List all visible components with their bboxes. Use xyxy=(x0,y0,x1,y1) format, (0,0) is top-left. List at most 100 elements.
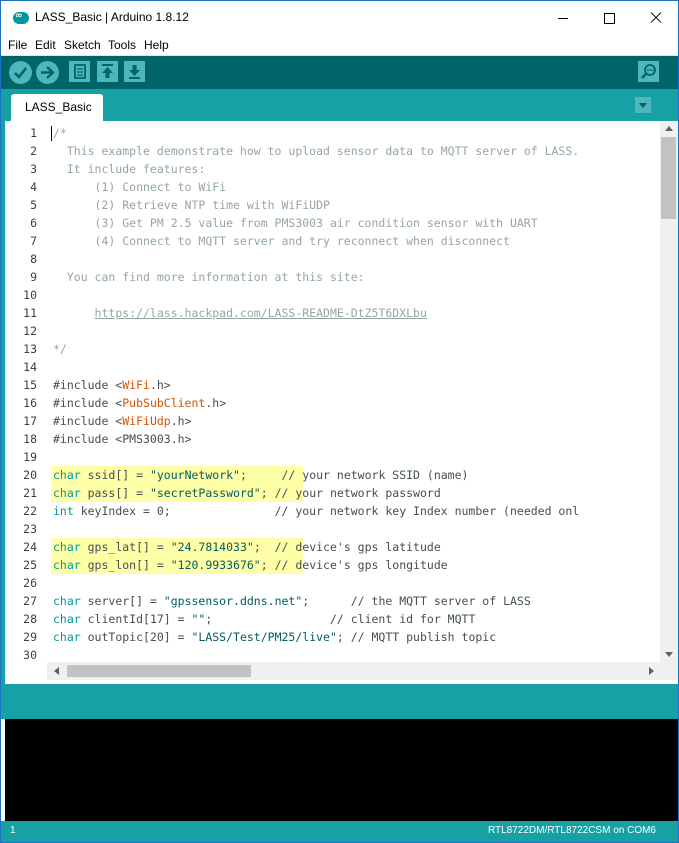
line-number: 23 xyxy=(23,522,37,536)
line-number: 3 xyxy=(30,162,37,176)
line-number: 18 xyxy=(23,432,37,446)
code-line: char gps_lon[] = "120.9933676"; // devic… xyxy=(53,556,448,574)
line-number: 13 xyxy=(23,342,37,356)
code-token: char xyxy=(53,594,81,608)
line-number: 30 xyxy=(23,648,37,662)
title-bar[interactable]: ∞ LASS_Basic | Arduino 1.8.12 xyxy=(1,1,678,35)
code-token: "24.7814033" xyxy=(170,540,254,554)
line-number: 16 xyxy=(23,396,37,410)
code-token: keyIndex = 0; // your network key Index … xyxy=(73,504,580,518)
tab-lass-basic[interactable]: LASS_Basic xyxy=(11,94,103,121)
line-number: 17 xyxy=(23,414,37,428)
code-token: char xyxy=(53,612,81,626)
code-token: "yourNetwork" xyxy=(149,468,240,482)
code-token[interactable]: https://lass.hackpad.com/LASS-README-DtZ… xyxy=(95,306,427,320)
code-line: char server[] = "gpssensor.ddns.net"; //… xyxy=(53,592,531,610)
code-line: (4) Connect to MQTT server and try recon… xyxy=(53,232,510,250)
code-line: #include <PMS3003.h> xyxy=(53,430,191,448)
code-token: You can find more information at this si… xyxy=(53,270,365,284)
code-token: */ xyxy=(53,342,67,356)
code-token: #include < xyxy=(53,378,123,392)
code-line: */ xyxy=(53,340,67,358)
new-sketch-button[interactable] xyxy=(69,61,90,82)
scroll-down-arrow-icon[interactable] xyxy=(665,652,673,657)
code-token: .h> xyxy=(205,396,227,410)
line-number: 6 xyxy=(30,216,37,230)
code-token: char xyxy=(53,486,81,500)
code-token: WiFi xyxy=(122,378,150,392)
serial-monitor-button[interactable] xyxy=(638,61,659,82)
code-line: #include <PubSubClient.h> xyxy=(53,394,226,412)
toolbar xyxy=(1,56,678,89)
code-token: ; // client id for MQTT xyxy=(205,612,476,626)
code-token: "LASS/Test/PM25/live" xyxy=(191,630,337,644)
line-number: 24 xyxy=(23,540,37,554)
code-token: ; // MQTT publish topic xyxy=(336,630,497,644)
horizontal-scroll-thumb[interactable] xyxy=(67,665,251,677)
menu-edit[interactable]: Edit xyxy=(35,38,56,52)
open-button[interactable] xyxy=(97,61,118,82)
code-editor[interactable]: 1 2 3 4 5 6 7 8 9 10 11 12 13 14 15 16 17 18 19 20 21 22 23 24 2… xyxy=(5,121,660,662)
code-line: https://lass.hackpad.com/LASS-README-DtZ… xyxy=(53,304,427,322)
arrow-down-icon xyxy=(129,65,140,79)
line-number: 10 xyxy=(23,288,37,302)
line-number: 21 xyxy=(23,486,37,500)
code-token: char xyxy=(53,558,81,572)
line-number: 8 xyxy=(30,252,37,266)
tab-menu-dropdown-icon[interactable] xyxy=(635,97,651,113)
code-token: char xyxy=(53,630,81,644)
scroll-right-arrow-icon[interactable] xyxy=(649,667,654,675)
code-line: #include <WiFiUdp.h> xyxy=(53,412,192,430)
menu-tools[interactable]: Tools xyxy=(108,38,136,52)
scroll-left-arrow-icon[interactable] xyxy=(54,667,59,675)
code-line: (1) Connect to WiFi xyxy=(53,178,227,196)
code-token: clientId[17] = xyxy=(80,612,192,626)
code-token: ; // device's gps longitude xyxy=(260,558,448,572)
minimize-button[interactable] xyxy=(540,1,586,35)
code-token: outTopic[20] = xyxy=(80,630,192,644)
scroll-up-arrow-icon[interactable] xyxy=(665,126,673,131)
magnifier-icon xyxy=(641,64,656,79)
tab-bar: LASS_Basic xyxy=(1,89,678,121)
code-token: pass[] = xyxy=(80,486,150,500)
code-line: /* xyxy=(53,124,67,142)
message-area xyxy=(1,684,678,719)
menu-help[interactable]: Help xyxy=(144,38,169,52)
menu-file[interactable]: File xyxy=(8,38,27,52)
code-token: (3) Get PM 2.5 value from PMS3003 air co… xyxy=(53,216,538,230)
code-token: .h> xyxy=(170,414,192,428)
verify-button[interactable] xyxy=(9,61,32,84)
code-token: #include <PMS3003.h> xyxy=(53,432,192,446)
save-button[interactable] xyxy=(124,61,145,82)
line-number: 22 xyxy=(23,504,37,518)
code-token: (2) Retrieve NTP time with WiFiUDP xyxy=(53,198,330,212)
code-line: char outTopic[20] = "LASS/Test/PM25/live… xyxy=(53,628,496,646)
close-button[interactable] xyxy=(632,1,678,35)
text-cursor xyxy=(51,126,52,141)
code-token: #include < xyxy=(53,414,123,428)
code-token: ; // the MQTT server of LASS xyxy=(302,594,531,608)
line-number: 2 xyxy=(30,144,37,158)
line-number: 4 xyxy=(30,180,37,194)
code-token: (4) Connect to MQTT server and try recon… xyxy=(53,234,510,248)
code-token: WiFiUdp xyxy=(122,414,171,428)
console-output[interactable] xyxy=(5,719,678,821)
vertical-scroll-thumb[interactable] xyxy=(661,137,676,219)
code-token: int xyxy=(53,504,74,518)
status-line-number: 1 xyxy=(10,825,16,836)
code-token: server[] = xyxy=(80,594,164,608)
menu-sketch[interactable]: Sketch xyxy=(64,38,101,52)
arduino-logo-icon: ∞ xyxy=(13,11,29,24)
code-line: char gps_lat[] = "24.7814033"; // device… xyxy=(53,538,441,556)
line-number: 25 xyxy=(23,558,37,572)
line-number-gutter: 1 2 3 4 5 6 7 8 9 10 11 12 13 14 15 16 17 18 19 20 21 22 23 24 2… xyxy=(5,121,47,662)
upload-button[interactable] xyxy=(36,61,59,84)
code-line: int keyIndex = 0; // your network key In… xyxy=(53,502,579,520)
line-number: 20 xyxy=(23,468,37,482)
maximize-button[interactable] xyxy=(586,1,632,35)
code-token: char xyxy=(53,468,81,482)
arduino-window: ∞ LASS_Basic | Arduino 1.8.12 File Edit … xyxy=(0,0,679,843)
code-token: "gpssensor.ddns.net" xyxy=(163,594,303,608)
code-token: "" xyxy=(191,612,206,626)
